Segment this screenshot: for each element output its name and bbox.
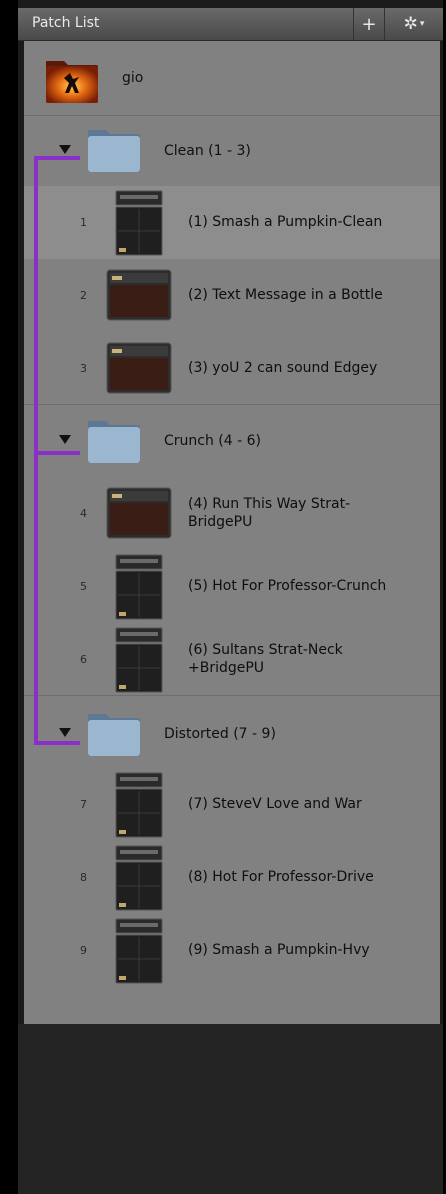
amp-stack-icon bbox=[115, 845, 163, 911]
panel-title: Patch List bbox=[32, 15, 100, 31]
annotation-bracket-tick bbox=[34, 156, 80, 160]
patch-number: 6 bbox=[80, 653, 87, 666]
patch-list-header: Patch List + ✲ ▾ bbox=[18, 8, 443, 41]
folder-distorted[interactable]: Distorted (7 - 9) bbox=[24, 696, 440, 768]
user-row[interactable]: gio bbox=[24, 41, 440, 115]
annotation-bracket-tick bbox=[34, 741, 80, 745]
folder-icon bbox=[88, 130, 140, 172]
patch-label: (6) Sultans Strat-Neck +BridgePU bbox=[188, 642, 343, 676]
patch-number: 2 bbox=[80, 289, 87, 302]
patch-row[interactable]: 5 (5) Hot For Professor-Crunch bbox=[24, 550, 440, 623]
folder-label: Distorted (7 - 9) bbox=[164, 726, 276, 742]
amp-combo-icon bbox=[106, 487, 172, 539]
patch-number: 5 bbox=[80, 580, 87, 593]
patch-row[interactable]: 6 (6) Sultans Strat-Neck +BridgePU bbox=[24, 623, 440, 695]
patch-row[interactable]: 1 (1) Smash a Pumpkin-Clean bbox=[24, 186, 440, 259]
amp-stack-icon bbox=[115, 772, 163, 838]
patch-number: 4 bbox=[80, 507, 87, 520]
folder-clean[interactable]: Clean (1 - 3) bbox=[24, 116, 440, 186]
patch-number: 9 bbox=[80, 944, 87, 957]
patch-number: 3 bbox=[80, 362, 87, 375]
user-name: gio bbox=[122, 70, 144, 86]
patch-number: 8 bbox=[80, 871, 87, 884]
patch-row[interactable]: 9 (9) Smash a Pumpkin-Hvy bbox=[24, 914, 440, 987]
patch-label: (3) yoU 2 can sound Edgey bbox=[188, 360, 378, 376]
folder-label: Crunch (4 - 6) bbox=[164, 433, 261, 449]
patch-tree: gio Clean (1 - 3) 1 (1) Smash a Pumpkin-… bbox=[24, 41, 440, 1024]
amp-stack-icon bbox=[115, 190, 163, 256]
amp-stack-icon bbox=[115, 918, 163, 984]
patch-row[interactable]: 2 (2) Text Message in a Bottle bbox=[24, 259, 440, 332]
patch-row[interactable]: 4 (4) Run This Way Strat- BridgePU bbox=[24, 477, 440, 550]
patch-label: (8) Hot For Professor-Drive bbox=[188, 869, 374, 885]
amp-combo-icon bbox=[106, 342, 172, 394]
amp-stack-icon bbox=[115, 627, 163, 693]
folder-label: Clean (1 - 3) bbox=[164, 143, 251, 159]
plus-icon: + bbox=[361, 13, 377, 35]
patch-label: (2) Text Message in a Bottle bbox=[188, 287, 383, 303]
patch-label: (1) Smash a Pumpkin-Clean bbox=[188, 214, 383, 230]
patch-row[interactable]: 8 (8) Hot For Professor-Drive bbox=[24, 841, 440, 914]
patch-label: (5) Hot For Professor-Crunch bbox=[188, 578, 387, 594]
amp-stack-icon bbox=[115, 554, 163, 620]
disclosure-triangle-icon[interactable] bbox=[59, 435, 71, 444]
amp-combo-icon bbox=[106, 269, 172, 321]
user-folder-icon bbox=[46, 61, 98, 103]
empty-area bbox=[18, 1024, 443, 1194]
disclosure-triangle-icon[interactable] bbox=[59, 728, 71, 737]
patch-row[interactable]: 7 (7) SteveV Love and War bbox=[24, 768, 440, 841]
folder-crunch[interactable]: Crunch (4 - 6) bbox=[24, 405, 440, 477]
patch-label: (9) Smash a Pumpkin-Hvy bbox=[188, 942, 370, 958]
disclosure-triangle-icon[interactable] bbox=[59, 145, 71, 154]
chevron-down-icon: ▾ bbox=[419, 19, 425, 29]
folder-icon bbox=[88, 421, 140, 463]
patch-row[interactable]: 3 (3) yoU 2 can sound Edgey bbox=[24, 332, 440, 404]
add-patch-button[interactable]: + bbox=[353, 8, 384, 40]
gear-icon: ✲ bbox=[403, 14, 418, 34]
patch-number: 7 bbox=[80, 798, 87, 811]
folder-icon bbox=[88, 714, 140, 756]
annotation-bracket-tick bbox=[34, 451, 80, 455]
patch-label: (4) Run This Way Strat- BridgePU bbox=[188, 496, 351, 530]
patch-label: (7) SteveV Love and War bbox=[188, 796, 362, 812]
settings-menu-button[interactable]: ✲ ▾ bbox=[384, 8, 443, 40]
patch-number: 1 bbox=[80, 216, 87, 229]
